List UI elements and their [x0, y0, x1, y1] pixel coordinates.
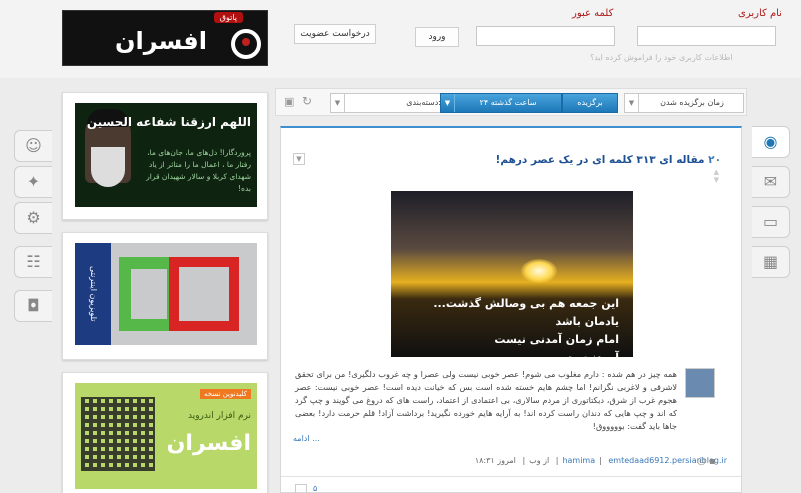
category-label: دسته‌بندی:	[406, 98, 441, 107]
post-image[interactable]: این جمعه هم بی وصالش گذشت... یادمان باشد…	[391, 191, 633, 357]
chevron-down-icon: ▼	[331, 94, 345, 112]
mail-icon: ✉	[763, 172, 778, 191]
last-24h-label: ۲۴ ساعت گذشته	[479, 98, 537, 107]
login-button[interactable]: ورود	[415, 27, 459, 47]
grid-icon: ▦	[762, 252, 779, 271]
time-filter-label: زمان برگزیده شدن	[660, 98, 724, 107]
logo-badge: پاتوق	[213, 12, 243, 23]
caption-line-4: آوردنیست...	[433, 349, 619, 357]
tab-image[interactable]: ▭	[752, 206, 790, 238]
ad-box-3: کلیدنوین نسخه نرم افزار اندروید افسران	[62, 372, 268, 493]
author-avatar[interactable]	[685, 368, 715, 398]
caption-line-1: این جمعه هم بی وصالش گذشت...	[433, 297, 619, 310]
tab-emoji[interactable]: ☺	[14, 130, 52, 162]
tab-magic[interactable]: ✦	[14, 166, 52, 198]
rss-icon: ◘	[27, 296, 40, 315]
image-icon: ▭	[762, 212, 779, 231]
ad2-side-text: تلویزیون اینترنتی	[75, 243, 111, 345]
filter-toolbar: ▣ ↻ ▼ دسته‌بندی: ▼ ۲۴ ساعت گذشته برگزیده…	[275, 88, 747, 116]
password-field[interactable]	[476, 26, 615, 46]
caption-line-3: امام زمان آمدنی نیست	[494, 333, 619, 346]
post-menu-icon[interactable]: ▼	[293, 153, 305, 165]
gear-icon: ⚙	[26, 208, 41, 227]
ad2-red-mark	[169, 257, 239, 331]
sun-graphic	[521, 259, 557, 283]
category-select[interactable]: ▼ دسته‌بندی:	[330, 93, 448, 113]
user-chat-icon: ☷	[26, 252, 41, 271]
share-icon[interactable]: ◎ ▪	[697, 456, 716, 467]
logo-mark-icon	[231, 29, 261, 59]
password-label: کلمه عبور	[572, 8, 614, 19]
read-more-link[interactable]: ادامه ...	[293, 434, 320, 443]
tab-mail[interactable]: ✉	[752, 166, 790, 198]
vote-arrows-icon[interactable]: ▲ ▼	[714, 168, 719, 184]
top-header: افسران پاتوق نام کاربری کلمه عبور ورود د…	[0, 0, 801, 78]
post-meta: hamima | emtedaad6912.persianblog.ir| از …	[293, 456, 731, 472]
qr-code-icon	[81, 397, 155, 471]
tab-settings[interactable]: ⚙	[14, 202, 52, 234]
tab-globe[interactable]: ◉	[752, 126, 790, 158]
chevron-down-icon: ▼	[441, 94, 455, 112]
register-button[interactable]: درخواست عضویت	[294, 24, 376, 44]
post-number: ۲۰	[708, 154, 721, 166]
smiley-icon: ☺	[25, 136, 42, 155]
caption-line-2: یادمان باشد	[555, 315, 620, 328]
globe-icon: ◉	[763, 132, 778, 151]
next-post-checkbox[interactable]	[295, 484, 307, 493]
ad-banner-3[interactable]: کلیدنوین نسخه نرم افزار اندروید افسران	[75, 383, 257, 489]
wand-icon: ✦	[26, 172, 41, 191]
rss-icon[interactable]: ▣	[284, 95, 294, 108]
site-logo[interactable]: افسران پاتوق	[62, 10, 268, 66]
post-title[interactable]: ۲۰ مقاله ای ۳۱۳ کلمه ای در یک عصر درهم!	[496, 154, 721, 166]
forgot-password-link[interactable]: اطلاعات کاربری خود را فراموش کرده اید؟	[590, 53, 733, 62]
divider	[281, 476, 741, 477]
tab-grid[interactable]: ▦	[752, 246, 790, 278]
ad-box-1: اللهم ارزقنا شفاعه الحسین پروردگارا! دل‌…	[62, 92, 268, 220]
ad3-tag: کلیدنوین نسخه	[200, 389, 251, 399]
ad3-line2: افسران	[166, 431, 251, 456]
image-caption: این جمعه هم بی وصالش گذشت... یادمان باشد…	[433, 295, 619, 357]
post-body: همه چیز در هم شده : دارم مغلوب می شوم! ع…	[295, 369, 677, 431]
portrait-beard	[91, 147, 125, 187]
ad1-calligraphy: اللهم ارزقنا شفاعه الحسین	[86, 115, 251, 129]
ad-box-2: تلویزیون اینترنتی	[62, 232, 268, 360]
ad-banner-1[interactable]: اللهم ارزقنا شفاعه الحسین پروردگارا! دل‌…	[75, 103, 257, 207]
post-card: ▼ ۲۰ مقاله ای ۳۱۳ کلمه ای در یک عصر درهم…	[280, 126, 742, 493]
author-link[interactable]: hamima	[558, 456, 599, 465]
tab-rss[interactable]: ◘	[14, 290, 52, 322]
post-title-text: مقاله ای ۳۱۳ کلمه ای در یک عصر درهم!	[495, 154, 705, 166]
refresh-icon[interactable]: ↻	[302, 94, 312, 108]
next-post-number: ۵	[313, 484, 318, 493]
tab-users[interactable]: ☷	[14, 246, 52, 278]
last-24h-button[interactable]: ▼ ۲۴ ساعت گذشته	[440, 93, 562, 113]
chevron-down-icon: ▼	[625, 94, 639, 112]
post-time: امروز ۱۸:۳۱	[474, 456, 516, 465]
time-filter-select[interactable]: ▼ زمان برگزیده شدن	[624, 93, 744, 113]
featured-button[interactable]: برگزیده	[562, 93, 618, 113]
logo-text: افسران	[114, 27, 207, 55]
ad-banner-2[interactable]: تلویزیون اینترنتی	[75, 243, 257, 345]
ad3-line1: نرم افزار اندروید	[187, 411, 251, 421]
source-label: از وب	[529, 456, 550, 465]
username-label: نام کاربری	[738, 8, 782, 19]
username-field[interactable]	[637, 26, 776, 46]
ad1-text: پروردگارا! دل‌های ما، جان‌های ما، رفتار …	[146, 148, 251, 193]
